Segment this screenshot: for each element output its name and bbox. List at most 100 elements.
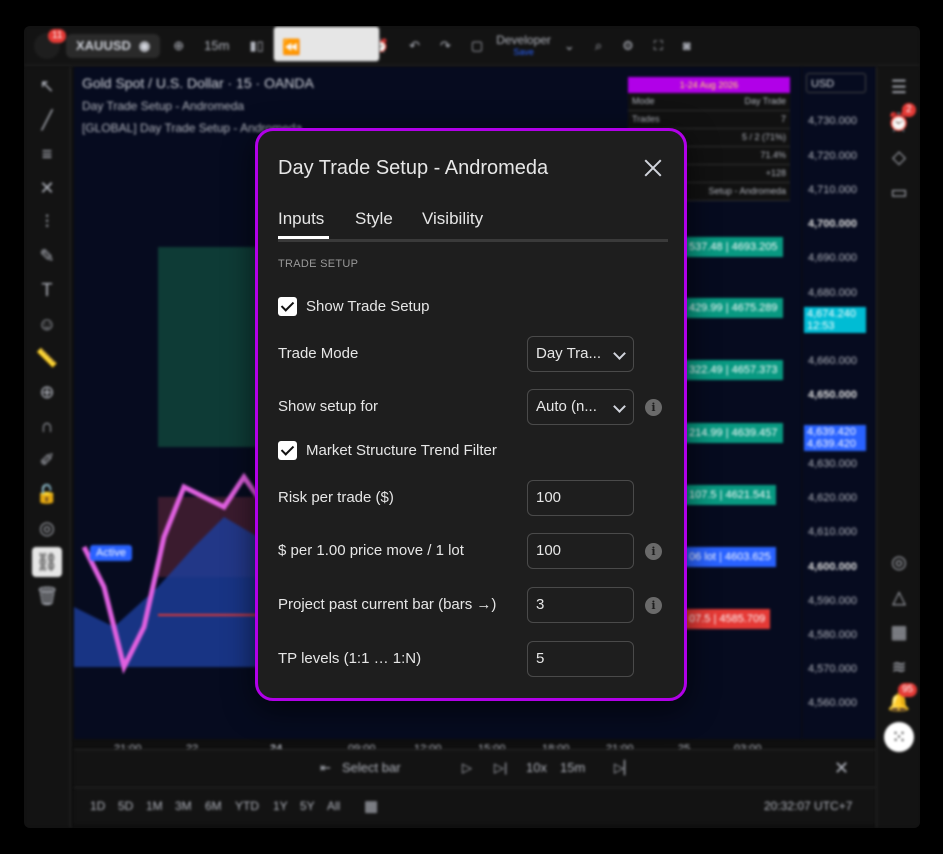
- show-setup-for-value: Auto (n...: [536, 398, 597, 415]
- trash-icon[interactable]: 🗑: [32, 581, 62, 611]
- tab-style[interactable]: Style: [355, 209, 393, 229]
- alerts-icon[interactable]: ⏰ 2: [884, 103, 916, 137]
- tp-levels-input[interactable]: 5: [527, 641, 634, 677]
- chevron-down-icon[interactable]: ⌄: [557, 34, 582, 58]
- calendar-icon[interactable]: ▦: [884, 617, 914, 647]
- ideas-icon[interactable]: △: [884, 582, 914, 612]
- info-icon[interactable]: i: [645, 597, 662, 614]
- redo-icon[interactable]: ↷: [433, 34, 458, 58]
- user-avatar[interactable]: 11: [34, 28, 67, 59]
- replay-icon[interactable]: ⏪: [273, 26, 380, 62]
- replay-interval[interactable]: 15m: [560, 760, 585, 775]
- indicator-legend-1[interactable]: Day Trade Setup - Andromeda: [82, 99, 244, 113]
- settings-icon[interactable]: ⚙: [615, 34, 641, 58]
- candles-icon[interactable]: ▮▯: [242, 34, 270, 58]
- play-icon[interactable]: ▷: [462, 760, 472, 776]
- layout-name[interactable]: Developer Save: [496, 34, 551, 58]
- fullscreen-icon[interactable]: ⛶: [647, 34, 670, 58]
- clock[interactable]: 20:32:07 UTC+7: [764, 799, 852, 813]
- range-button[interactable]: 5D: [118, 799, 133, 813]
- market-filter-label[interactable]: Market Structure Trend Filter: [306, 433, 497, 469]
- tab-inputs[interactable]: Inputs: [278, 209, 324, 229]
- price-label: 4,650.000: [808, 389, 857, 401]
- close-icon[interactable]: [640, 155, 666, 181]
- magnet-icon[interactable]: ∩: [32, 411, 62, 441]
- lock-icon[interactable]: 🔓: [32, 479, 62, 509]
- target-label: 107.5 | 4621.541: [684, 485, 777, 505]
- undo-icon[interactable]: ↶: [402, 34, 427, 58]
- zoom-icon[interactable]: ⊕: [32, 377, 62, 407]
- visibility-icon[interactable]: ◎: [32, 513, 62, 543]
- trade-mode-select[interactable]: Day Tra...: [527, 336, 634, 372]
- jump-realtime-icon[interactable]: ▷▏: [614, 760, 634, 776]
- speed-button[interactable]: 10x: [526, 760, 547, 775]
- select-bar-button[interactable]: Select bar: [342, 760, 401, 775]
- price-label: 4,610.000: [808, 526, 857, 538]
- trade-mode-label: Trade Mode: [278, 345, 359, 362]
- range-button[interactable]: All: [327, 799, 340, 813]
- current-price: 4,674.240: [807, 308, 856, 320]
- show-trade-setup-checkbox[interactable]: [278, 297, 297, 316]
- range-button[interactable]: 1M: [146, 799, 163, 813]
- layers-icon[interactable]: ◇: [884, 142, 914, 172]
- risk-input[interactable]: 100: [527, 480, 634, 516]
- interval-button[interactable]: 15m: [197, 34, 236, 57]
- select-bar-icon[interactable]: ⇤: [320, 760, 331, 776]
- price-axis[interactable]: USD 4,730.000 4,720.000 4,710.000 4,700.…: [802, 67, 876, 739]
- camera-icon[interactable]: ◙: [676, 34, 698, 57]
- price-label: 4,690.000: [808, 252, 857, 264]
- currency-select[interactable]: USD: [806, 73, 866, 93]
- show-trade-setup-label[interactable]: Show Trade Setup: [306, 289, 429, 325]
- calendar-icon[interactable]: ▦: [364, 797, 378, 815]
- close-replay-icon[interactable]: ✕: [834, 758, 849, 779]
- emoji-icon[interactable]: ☺: [32, 309, 62, 339]
- fib-icon[interactable]: ≡: [32, 139, 62, 169]
- range-button[interactable]: 1D: [90, 799, 105, 813]
- lock-pencil-icon[interactable]: ✐: [32, 445, 62, 475]
- range-button[interactable]: 3M: [175, 799, 192, 813]
- target-icon[interactable]: ◎: [884, 547, 914, 577]
- watchlist-icon[interactable]: ☰: [884, 72, 914, 102]
- brush-icon[interactable]: ✎: [32, 241, 62, 271]
- forecast-icon[interactable]: ⫶: [32, 207, 62, 237]
- price-label: 4,710.000: [808, 184, 857, 196]
- add-symbol-icon[interactable]: ⊕: [166, 34, 191, 58]
- trendline-icon[interactable]: ╱: [32, 105, 62, 135]
- active-label: Active: [90, 545, 132, 561]
- notifications-icon[interactable]: 🔔 95: [884, 683, 918, 717]
- fullscreen-square-icon[interactable]: ▢: [464, 34, 490, 58]
- range-button[interactable]: 6M: [205, 799, 222, 813]
- trade-mode-row: Trade Mode Day Tra...: [278, 336, 668, 372]
- symbol-name: XAUUSD: [76, 38, 131, 53]
- indicator-settings-dialog: Day Trade Setup - Andromeda Inputs Style…: [255, 128, 687, 701]
- chat-icon[interactable]: ▭: [884, 177, 914, 207]
- info-icon[interactable]: i: [645, 543, 662, 560]
- info-icon[interactable]: i: [645, 399, 662, 416]
- news-icon[interactable]: ≋: [884, 652, 914, 682]
- eye-icon[interactable]: ◉: [139, 38, 150, 54]
- range-button[interactable]: 5Y: [300, 799, 315, 813]
- market-filter-checkbox[interactable]: [278, 441, 297, 460]
- range-button[interactable]: 1Y: [273, 799, 288, 813]
- price-move-input[interactable]: 100: [527, 533, 634, 569]
- show-trade-setup-row: Show Trade Setup: [278, 289, 668, 325]
- tab-visibility[interactable]: Visibility: [422, 209, 483, 229]
- price-label: 4,700.000: [808, 218, 857, 230]
- project-bars-input[interactable]: 3: [527, 587, 634, 623]
- pattern-icon[interactable]: ✕: [32, 173, 62, 203]
- symbol-search[interactable]: XAUUSD ◉: [66, 33, 161, 58]
- link-icon[interactable]: ⛓: [32, 547, 62, 577]
- apps-grid-icon[interactable]: ⁙: [884, 722, 914, 752]
- price-tag: 4,639.420 4,639.420: [804, 425, 866, 451]
- show-setup-for-select[interactable]: Auto (n...: [527, 389, 634, 425]
- text-icon[interactable]: T: [32, 275, 62, 305]
- target-label: 214.99 | 4639.457: [684, 423, 783, 443]
- range-button[interactable]: YTD: [235, 799, 259, 813]
- layout-save[interactable]: Save: [496, 46, 551, 58]
- step-forward-icon[interactable]: ▷|: [494, 760, 507, 776]
- cursor-icon[interactable]: ↖: [32, 71, 62, 101]
- price-move-label: $ per 1.00 price move / 1 lot: [278, 542, 464, 559]
- quick-search-icon[interactable]: ⌕: [588, 34, 609, 58]
- ruler-icon[interactable]: 📏: [32, 343, 62, 373]
- right-sidebar: ☰ ⏰ 2 ◇ ▭ ◎ △ ▦ ≋ 🔔 95 ⁙: [876, 67, 920, 828]
